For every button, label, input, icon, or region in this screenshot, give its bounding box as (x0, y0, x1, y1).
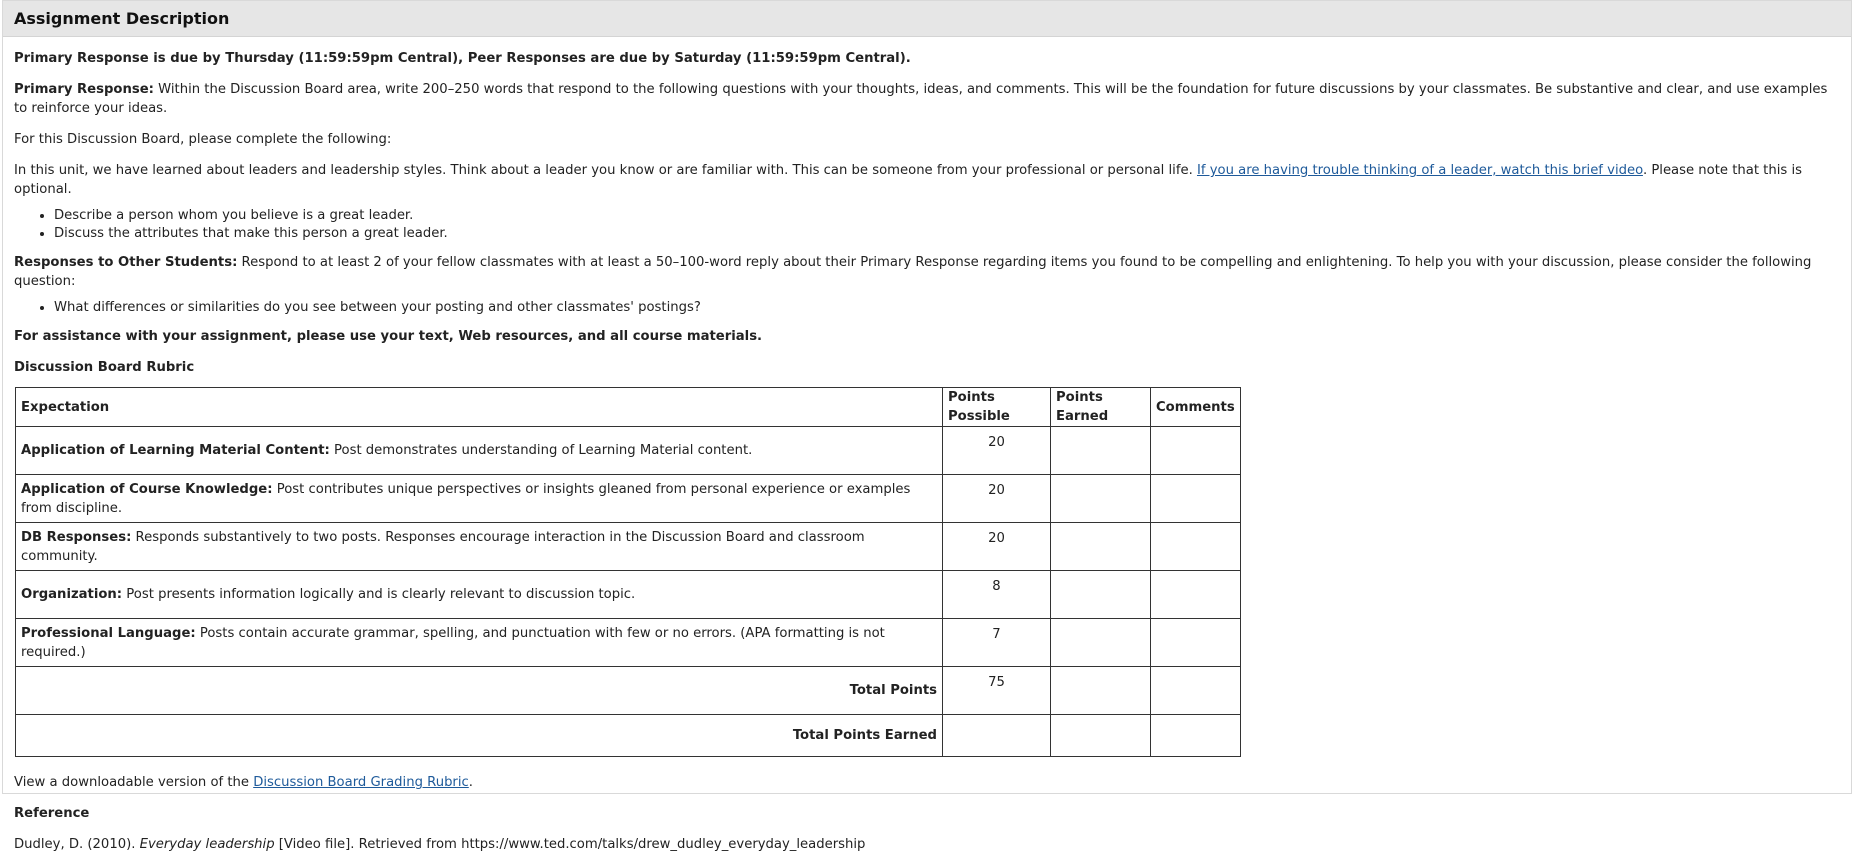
primary-response-paragraph: Primary Response: Within the Discussion … (14, 80, 1840, 118)
points-earned-cell (1050, 714, 1151, 757)
expectation-text: Responds substantively to two posts. Res… (21, 529, 865, 564)
total-points-label: Total Points (15, 666, 943, 715)
table-row: Professional Language: Posts contain acc… (15, 618, 1241, 667)
unit-text: In this unit, we have learned about lead… (14, 163, 1197, 178)
expectation-label: DB Responses: (21, 529, 132, 545)
due-dates: Primary Response is due by Thursday (11:… (14, 51, 911, 66)
expectation-label: Organization: (21, 587, 123, 602)
grading-rubric-link[interactable]: Discussion Board Grading Rubric (253, 775, 469, 790)
expectation-cell: DB Responses: Responds substantively to … (15, 522, 943, 571)
header-points-possible: Points Possible (942, 387, 1051, 427)
unit-paragraph: In this unit, we have learned about lead… (14, 161, 1840, 199)
expectation-cell: Application of Learning Material Content… (15, 426, 943, 475)
total-points-row: Total Points 75 (15, 666, 1241, 715)
header-expectation: Expectation (15, 387, 943, 427)
total-points-value: 75 (942, 666, 1051, 715)
expectation-text: Post presents information logically and … (122, 587, 636, 602)
header-points-earned: Points Earned (1050, 387, 1151, 427)
list-item: Describe a person whom you believe is a … (54, 207, 1840, 225)
panel-title: Assignment Description (14, 9, 230, 28)
points-earned-cell (1050, 522, 1151, 571)
points-possible-cell: 20 (942, 474, 1051, 523)
comments-cell (1150, 666, 1241, 715)
assignment-panel: Assignment Description Primary Response … (2, 0, 1852, 852)
points-earned-cell (1050, 426, 1151, 475)
points-earned-cell (1050, 618, 1151, 667)
table-row: Application of Learning Material Content… (15, 426, 1241, 475)
comments-cell (1150, 570, 1241, 619)
points-earned-cell (1050, 474, 1151, 523)
complete-instruction: For this Discussion Board, please comple… (14, 132, 392, 147)
comments-cell (1150, 714, 1241, 757)
assignment-content: Primary Response is due by Thursday (11:… (3, 37, 1851, 854)
comments-cell (1150, 522, 1241, 571)
table-row: Organization: Post presents information … (15, 570, 1241, 619)
responses-paragraph: Responses to Other Students: Respond to … (14, 253, 1840, 291)
primary-response-label: Primary Response: (14, 82, 154, 97)
expectation-cell: Application of Course Knowledge: Post co… (15, 474, 943, 523)
total-earned-label: Total Points Earned (15, 714, 943, 757)
task-list: Describe a person whom you believe is a … (14, 207, 1840, 243)
reference-citation: Dudley, D. (2010). Everyday leadership [… (14, 835, 1840, 854)
expectation-text: Post demonstrates understanding of Learn… (329, 443, 753, 458)
responses-label: Responses to Other Students: (14, 255, 238, 270)
points-earned-cell (1050, 666, 1151, 715)
table-row: DB Responses: Responds substantively to … (15, 522, 1241, 571)
reference-source: [Video file]. Retrieved from https://www… (274, 837, 866, 852)
rubric-title: Discussion Board Rubric (14, 360, 195, 375)
reference-title: Everyday leadership (139, 837, 275, 852)
total-earned-value (942, 714, 1051, 757)
points-possible-cell: 7 (942, 618, 1051, 667)
responses-text: Respond to at least 2 of your fellow cla… (14, 255, 1812, 289)
expectation-label: Professional Language: (21, 625, 196, 641)
reference-author: Dudley, D. (2010). (14, 837, 140, 852)
reference-heading: Reference (14, 806, 90, 821)
list-item: What differences or similarities do you … (54, 299, 1840, 317)
table-row: Application of Course Knowledge: Post co… (15, 474, 1241, 523)
points-possible-cell: 20 (942, 426, 1051, 475)
rubric-table: Expectation Points Possible Points Earne… (15, 387, 1241, 757)
rubric-header-row: Expectation Points Possible Points Earne… (15, 387, 1241, 427)
header-comments: Comments (1150, 387, 1241, 427)
leader-video-link[interactable]: If you are having trouble thinking of a … (1197, 163, 1643, 178)
expectation-cell: Professional Language: Posts contain acc… (15, 618, 943, 667)
primary-response-text: Within the Discussion Board area, write … (14, 82, 1828, 116)
download-text-after: . (468, 775, 473, 790)
list-item: Discuss the attributes that make this pe… (54, 225, 1840, 243)
assistance-note: For assistance with your assignment, ple… (14, 329, 763, 344)
points-possible-cell: 20 (942, 522, 1051, 571)
expectation-label: Application of Learning Material Content… (21, 443, 330, 458)
question-list: What differences or similarities do you … (14, 299, 1840, 317)
comments-cell (1150, 474, 1241, 523)
comments-cell (1150, 426, 1241, 475)
expectation-cell: Organization: Post presents information … (15, 570, 943, 619)
comments-cell (1150, 618, 1241, 667)
total-earned-row: Total Points Earned (15, 714, 1241, 757)
points-earned-cell (1050, 570, 1151, 619)
points-possible-cell: 8 (942, 570, 1051, 619)
panel-header: Assignment Description (3, 1, 1851, 37)
download-text: View a downloadable version of the (14, 775, 254, 790)
expectation-label: Application of Course Knowledge: (21, 481, 273, 497)
download-line: View a downloadable version of the Discu… (14, 773, 1840, 792)
